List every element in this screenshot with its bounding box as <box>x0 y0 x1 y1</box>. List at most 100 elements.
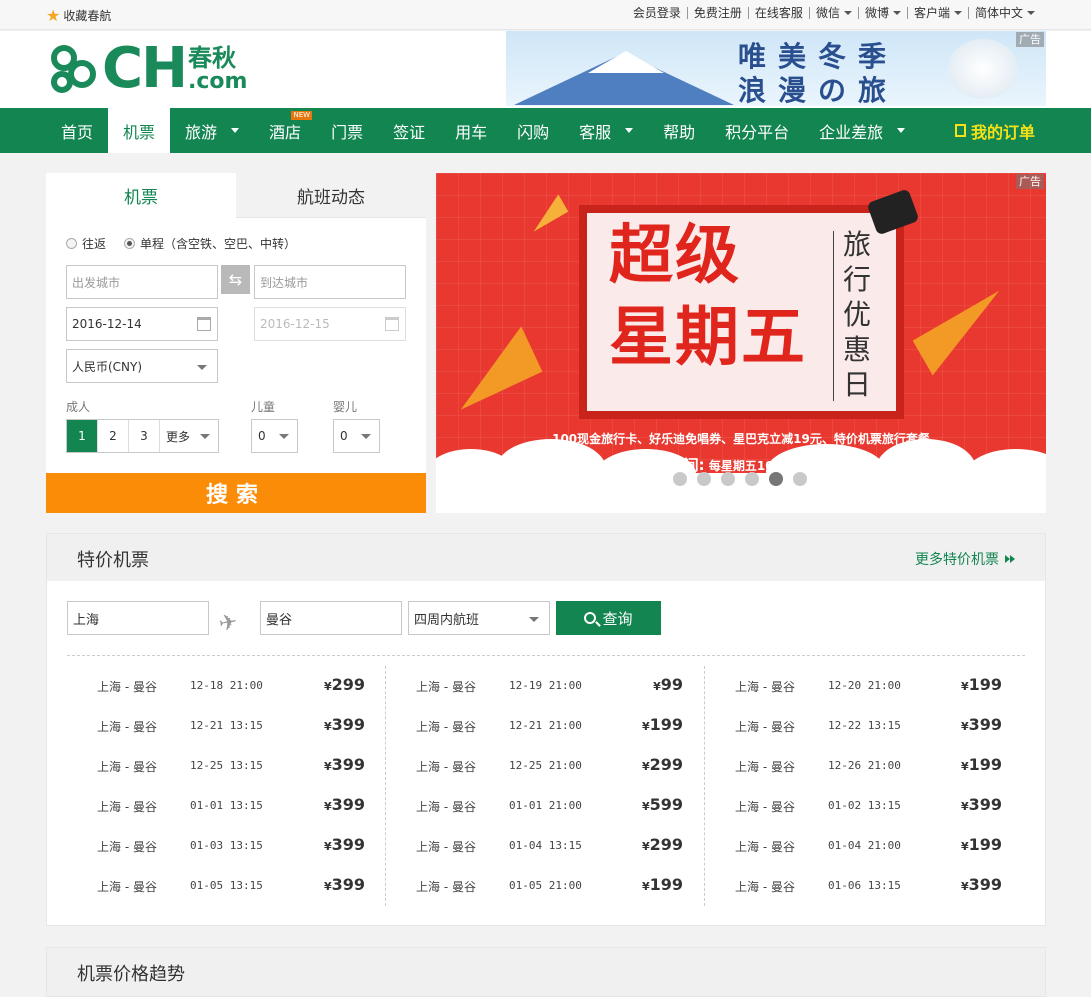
nav-item[interactable]: 旅游 <box>170 108 254 153</box>
fare-row[interactable]: 上海 - 曼谷 01-03 13:15 ¥399 <box>67 826 385 866</box>
search-button[interactable]: 搜索 <box>46 473 426 513</box>
header-ad-banner[interactable]: 唯美冬季 浪漫の旅 广告 <box>506 31 1046 106</box>
swap-cities-button[interactable]: ⇆ <box>221 265 250 294</box>
fare-route: 上海 - 曼谷 <box>416 840 476 854</box>
price-trend-section: 机票价格趋势 <box>46 947 1046 997</box>
fare-price-value: 399 <box>331 835 365 854</box>
fare-date: 12-22 13:15 <box>828 719 901 732</box>
calendar-icon[interactable] <box>197 317 211 331</box>
depart-date-input[interactable]: 2016-12-14 <box>66 307 218 341</box>
nav-item[interactable]: 客服 <box>564 108 648 153</box>
nav-item[interactable]: 签证 <box>378 108 440 153</box>
currency-select[interactable]: 人民币(CNY) <box>66 349 218 383</box>
carousel-dot[interactable] <box>793 472 807 486</box>
adult-option[interactable]: 1 <box>67 420 98 452</box>
top-link[interactable]: 在线客服 <box>747 7 809 19</box>
radio-roundtrip[interactable]: 往返 <box>66 235 106 252</box>
adult-more-select[interactable]: 更多 <box>160 420 218 452</box>
to-city-input[interactable]: 到达城市 <box>254 265 406 299</box>
currency-symbol: ¥ <box>323 880 332 893</box>
tab-flights[interactable]: 机票 <box>46 173 236 218</box>
logo-com: .com <box>187 69 248 94</box>
promo-banner[interactable]: 超级 星期五 旅行优惠日 100现金旅行卡、好乐迪免唱券、星巴克立减19元、特价… <box>436 173 1046 513</box>
site-logo[interactable]: CH 春秋 .com <box>50 41 247 97</box>
infant-count-value: 0 <box>340 429 348 443</box>
fare-price: ¥99 <box>653 675 683 694</box>
nav-item[interactable]: 积分平台 <box>710 108 804 153</box>
radio-oneway-label: 单程（含空铁、空巴、中转） <box>140 237 297 251</box>
carousel-dot[interactable] <box>721 472 735 486</box>
fare-route: 上海 - 曼谷 <box>416 720 476 734</box>
promo-title-line-1: 超级 <box>609 219 741 293</box>
fare-row[interactable]: 上海 - 曼谷 01-04 21:00 ¥199 <box>705 826 1022 866</box>
fare-row[interactable]: 上海 - 曼谷 01-04 13:15 ¥299 <box>386 826 703 866</box>
query-button[interactable]: 查询 <box>556 601 661 635</box>
from-city-input[interactable]: 出发城市 <box>66 265 218 299</box>
top-link[interactable]: 简体中文 <box>967 7 1041 19</box>
fare-price-value: 299 <box>331 675 365 694</box>
promo-divider <box>833 231 834 401</box>
infant-count-select[interactable]: 0 <box>333 419 380 453</box>
carousel-dot[interactable] <box>673 472 687 486</box>
top-link[interactable]: 会员登录 <box>627 7 687 19</box>
special-from-input[interactable]: 上海 <box>67 601 209 635</box>
fare-route: 上海 - 曼谷 <box>416 800 476 814</box>
nav-item[interactable]: 帮助 <box>648 108 710 153</box>
child-count-select[interactable]: 0 <box>251 419 298 453</box>
top-link[interactable]: 微博 <box>857 7 907 19</box>
nav-item[interactable]: 机票 <box>108 108 171 153</box>
fare-price: ¥199 <box>642 875 683 894</box>
fare-row[interactable]: 上海 - 曼谷 01-06 13:15 ¥399 <box>705 866 1022 906</box>
nav-item[interactable]: 用车 <box>440 108 502 153</box>
fare-row[interactable]: 上海 - 曼谷 12-26 21:00 ¥199 <box>705 746 1022 786</box>
nav-item[interactable]: 酒店 NEW <box>254 108 316 153</box>
fare-row[interactable]: 上海 - 曼谷 12-21 21:00 ¥199 <box>386 706 703 746</box>
fare-row[interactable]: 上海 - 曼谷 12-25 21:00 ¥299 <box>386 746 703 786</box>
nav-item[interactable]: 首页 <box>46 108 108 153</box>
fare-row[interactable]: 上海 - 曼谷 12-20 21:00 ¥199 <box>705 666 1022 706</box>
fare-row[interactable]: 上海 - 曼谷 12-22 13:15 ¥399 <box>705 706 1022 746</box>
fare-date: 01-06 13:15 <box>828 879 901 892</box>
top-link[interactable]: 免费注册 <box>686 7 748 19</box>
chevron-down-icon <box>625 128 634 133</box>
fare-row[interactable]: 上海 - 曼谷 12-19 21:00 ¥99 <box>386 666 703 706</box>
carousel-dot[interactable] <box>697 472 711 486</box>
carousel-dot[interactable] <box>745 472 759 486</box>
radio-oneway[interactable]: 单程（含空铁、空巴、中转） <box>124 235 296 252</box>
fare-row[interactable]: 上海 - 曼谷 12-21 13:15 ¥399 <box>67 706 385 746</box>
top-link[interactable]: 客户端 <box>906 7 968 19</box>
carousel-dot[interactable] <box>769 472 783 486</box>
fare-row[interactable]: 上海 - 曼谷 12-25 13:15 ¥399 <box>67 746 385 786</box>
radio-oneway-dot[interactable] <box>124 238 136 249</box>
nav-item[interactable]: 企业差旅 <box>804 108 920 153</box>
fare-route: 上海 - 曼谷 <box>735 840 795 854</box>
currency-symbol: ¥ <box>960 800 969 813</box>
fare-row[interactable]: 上海 - 曼谷 12-18 21:00 ¥299 <box>67 666 385 706</box>
trip-type-radios: 往返 单程（含空铁、空巴、中转） <box>66 235 296 252</box>
fare-price: ¥399 <box>324 755 365 774</box>
radio-roundtrip-dot[interactable] <box>66 238 77 249</box>
my-orders-link[interactable]: 我的订单 <box>954 108 1035 153</box>
child-label: 儿童 <box>251 400 276 414</box>
fare-row[interactable]: 上海 - 曼谷 01-05 21:00 ¥199 <box>386 866 703 906</box>
adult-option[interactable]: 3 <box>129 420 160 452</box>
top-link[interactable]: 微信 <box>808 7 858 19</box>
top-bar: ★ 收藏春航 会员登录 免费注册 在线客服 微信 微博 客户端 简体中文 <box>0 0 1091 30</box>
fare-price: ¥299 <box>324 675 365 694</box>
return-date-input[interactable]: 2016-12-15 <box>254 307 406 341</box>
fare-row[interactable]: 上海 - 曼谷 01-05 13:15 ¥399 <box>67 866 385 906</box>
fare-row[interactable]: 上海 - 曼谷 01-01 13:15 ¥399 <box>67 786 385 826</box>
favorite-link[interactable]: ★ 收藏春航 <box>46 7 111 24</box>
cloud-shape <box>496 439 606 499</box>
nav-item[interactable]: 门票 <box>316 108 378 153</box>
calendar-icon[interactable] <box>385 317 399 331</box>
tab-flight-status[interactable]: 航班动态 <box>236 173 426 218</box>
nav-item[interactable]: 闪购 <box>502 108 564 153</box>
adult-option[interactable]: 2 <box>98 420 129 452</box>
fare-row[interactable]: 上海 - 曼谷 01-02 13:15 ¥399 <box>705 786 1022 826</box>
more-special-flights-link[interactable]: 更多特价机票 <box>915 549 1015 569</box>
fare-row[interactable]: 上海 - 曼谷 01-01 21:00 ¥599 <box>386 786 703 826</box>
special-range-select[interactable]: 四周内航班 <box>408 601 550 635</box>
fare-column: 上海 - 曼谷 12-19 21:00 ¥99 上海 - 曼谷 12-21 21:00 ¥… <box>385 666 703 906</box>
special-to-input[interactable]: 曼谷 <box>260 601 402 635</box>
